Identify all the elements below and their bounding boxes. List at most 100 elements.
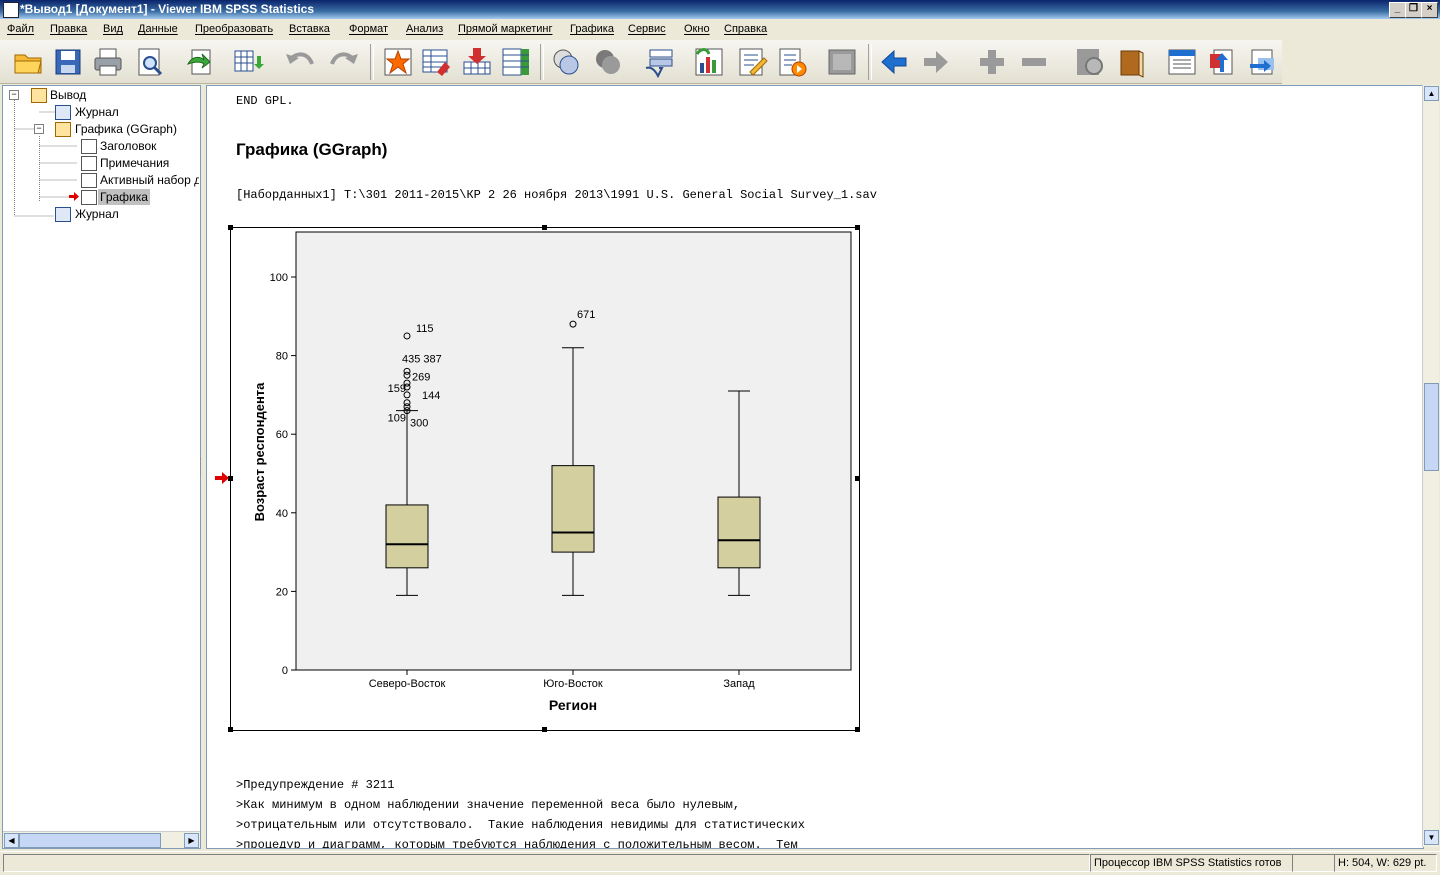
menu-window[interactable]: Окно — [684, 23, 710, 35]
box — [717, 496, 761, 569]
y-tick-label: 80 — [276, 351, 288, 363]
syntax-end: END GPL. — [236, 94, 294, 108]
book-icon[interactable] — [1116, 46, 1148, 78]
expand-plus-icon[interactable] — [976, 46, 1008, 78]
outlier-label: 109 — [388, 413, 406, 425]
collapse-minus-icon[interactable] — [1018, 46, 1050, 78]
toolbar-separator — [540, 44, 544, 80]
tree-node-active-dataset[interactable]: Активный набор д — [100, 173, 199, 187]
export-icon[interactable] — [184, 46, 216, 78]
y-axis-label: Возраст респондента — [252, 382, 267, 522]
warning-line: >процедур и диаграмм, которым требуются … — [236, 838, 798, 849]
y-tick-label: 60 — [276, 429, 288, 441]
y-tick-label: 0 — [282, 665, 288, 677]
menu-direct-marketing[interactable]: Прямой маркетинг — [458, 23, 553, 35]
minimize-button[interactable]: _ — [1389, 2, 1406, 18]
status-message — [3, 854, 1090, 872]
run-script-icon[interactable] — [776, 46, 808, 78]
menu-utilities[interactable]: Сервис — [628, 23, 666, 35]
box — [551, 465, 595, 553]
outline-pane: − Вывод Журнал − Графика (GGraph) Заголо… — [2, 85, 201, 849]
output-content: . . . . . . . . . . . . . . . . . . . . … — [206, 85, 1424, 849]
notes-icon — [81, 156, 97, 171]
boxplot-chart: 0 20 40 60 80 100 Возраст респондента Северо-Во… — [252, 231, 852, 713]
menu-insert[interactable]: Вставка — [289, 23, 330, 35]
selected-arrow-icon — [69, 192, 79, 201]
y-tick-label: 100 — [270, 272, 288, 284]
current-item-arrow-icon — [215, 472, 229, 484]
x-tick-label: Юго-Восток — [543, 678, 603, 690]
split-file-icon[interactable] — [500, 46, 532, 78]
arrow-left-icon[interactable] — [878, 46, 910, 78]
menu-format[interactable]: Формат — [349, 23, 388, 35]
tree-node-log-2[interactable]: Журнал — [75, 207, 119, 221]
print-icon[interactable] — [92, 46, 124, 78]
menu-edit[interactable]: Правка — [50, 23, 87, 35]
goto-data-icon[interactable] — [232, 46, 264, 78]
output-vscrollbar[interactable]: ▲ ▼ — [1422, 85, 1439, 847]
resize-handle[interactable] — [228, 727, 233, 732]
weight-cases-icon[interactable] — [592, 46, 624, 78]
app-icon — [3, 2, 19, 18]
window-title: *Вывод1 [Документ1] - Viewer IBM SPSS St… — [20, 2, 314, 16]
open-folder-icon[interactable] — [12, 46, 44, 78]
show-all-icon[interactable] — [826, 46, 858, 78]
outlier-label: 300 — [410, 418, 428, 430]
outlier-label: 115 — [416, 323, 434, 335]
close-button[interactable]: × — [1421, 2, 1438, 18]
demote-icon[interactable] — [1246, 46, 1278, 78]
section-title: Графика (GGraph) — [236, 140, 388, 159]
menu-graphs[interactable]: Графика — [570, 23, 614, 35]
tree-hscrollbar[interactable]: ◀ ▶ — [3, 831, 200, 848]
print-preview-icon[interactable] — [134, 46, 166, 78]
menu-file[interactable]: Файл — [7, 23, 34, 35]
status-cell — [1292, 854, 1335, 872]
insert-output-icon[interactable] — [461, 46, 493, 78]
chart-size-status: H: 504, W: 629 pt. — [1334, 854, 1437, 872]
outlier-label: 671 — [577, 309, 595, 321]
menu-data[interactable]: Данные — [138, 23, 178, 35]
variables-icon[interactable] — [420, 46, 452, 78]
scroll-thumb[interactable] — [19, 833, 161, 848]
designate-window-icon[interactable] — [736, 46, 768, 78]
tree-collapse-toggle[interactable]: − — [9, 90, 19, 100]
scroll-left-icon[interactable]: ◀ — [4, 833, 19, 848]
restore-button[interactable]: ❐ — [1405, 2, 1422, 18]
resize-handle[interactable] — [855, 727, 860, 732]
y-tick-label: 20 — [276, 586, 288, 598]
scroll-thumb[interactable] — [1424, 383, 1439, 471]
dataset-icon — [81, 173, 97, 188]
menu-help[interactable]: Справка — [724, 23, 767, 35]
scroll-right-icon[interactable]: ▶ — [184, 833, 199, 848]
tree-node-root[interactable]: Вывод — [50, 88, 86, 102]
goto-case-icon[interactable] — [382, 46, 414, 78]
title-bar: *Вывод1 [Документ1] - Viewer IBM SPSS St… — [0, 0, 1440, 19]
scroll-down-icon[interactable]: ▼ — [1424, 830, 1439, 845]
show-icon[interactable] — [1074, 46, 1106, 78]
menu-transform[interactable]: Преобразовать — [195, 23, 273, 35]
undo-icon[interactable] — [284, 46, 316, 78]
chart-builder-icon[interactable] — [693, 46, 725, 78]
tree-collapse-toggle[interactable]: − — [34, 124, 44, 134]
value-labels-icon[interactable] — [644, 46, 676, 78]
scroll-up-icon[interactable]: ▲ — [1424, 86, 1439, 101]
outlier-label: 435 387 — [402, 353, 442, 365]
save-icon[interactable] — [52, 46, 84, 78]
menu-analyze[interactable]: Анализ — [406, 23, 443, 35]
select-cases-icon[interactable] — [550, 46, 582, 78]
resize-handle[interactable] — [228, 225, 233, 230]
x-tick-label: Северо-Восток — [369, 678, 446, 690]
tree-node-title[interactable]: Заголовок — [100, 139, 156, 153]
arrow-right-icon[interactable] — [920, 46, 952, 78]
chart-icon — [81, 190, 97, 205]
promote-icon[interactable] — [1206, 46, 1238, 78]
resize-handle[interactable] — [542, 727, 547, 732]
tree-node-log[interactable]: Журнал — [75, 105, 119, 119]
redo-icon[interactable] — [328, 46, 360, 78]
menu-view[interactable]: Вид — [103, 23, 123, 35]
tree-node-chart[interactable]: Графика — [98, 189, 150, 205]
output-pane-icon[interactable] — [1166, 46, 1198, 78]
tree-node-notes[interactable]: Примечания — [100, 156, 169, 170]
pane-splitter[interactable] — [200, 458, 204, 476]
tree-node-ggraph[interactable]: Графика (GGraph) — [75, 122, 177, 136]
